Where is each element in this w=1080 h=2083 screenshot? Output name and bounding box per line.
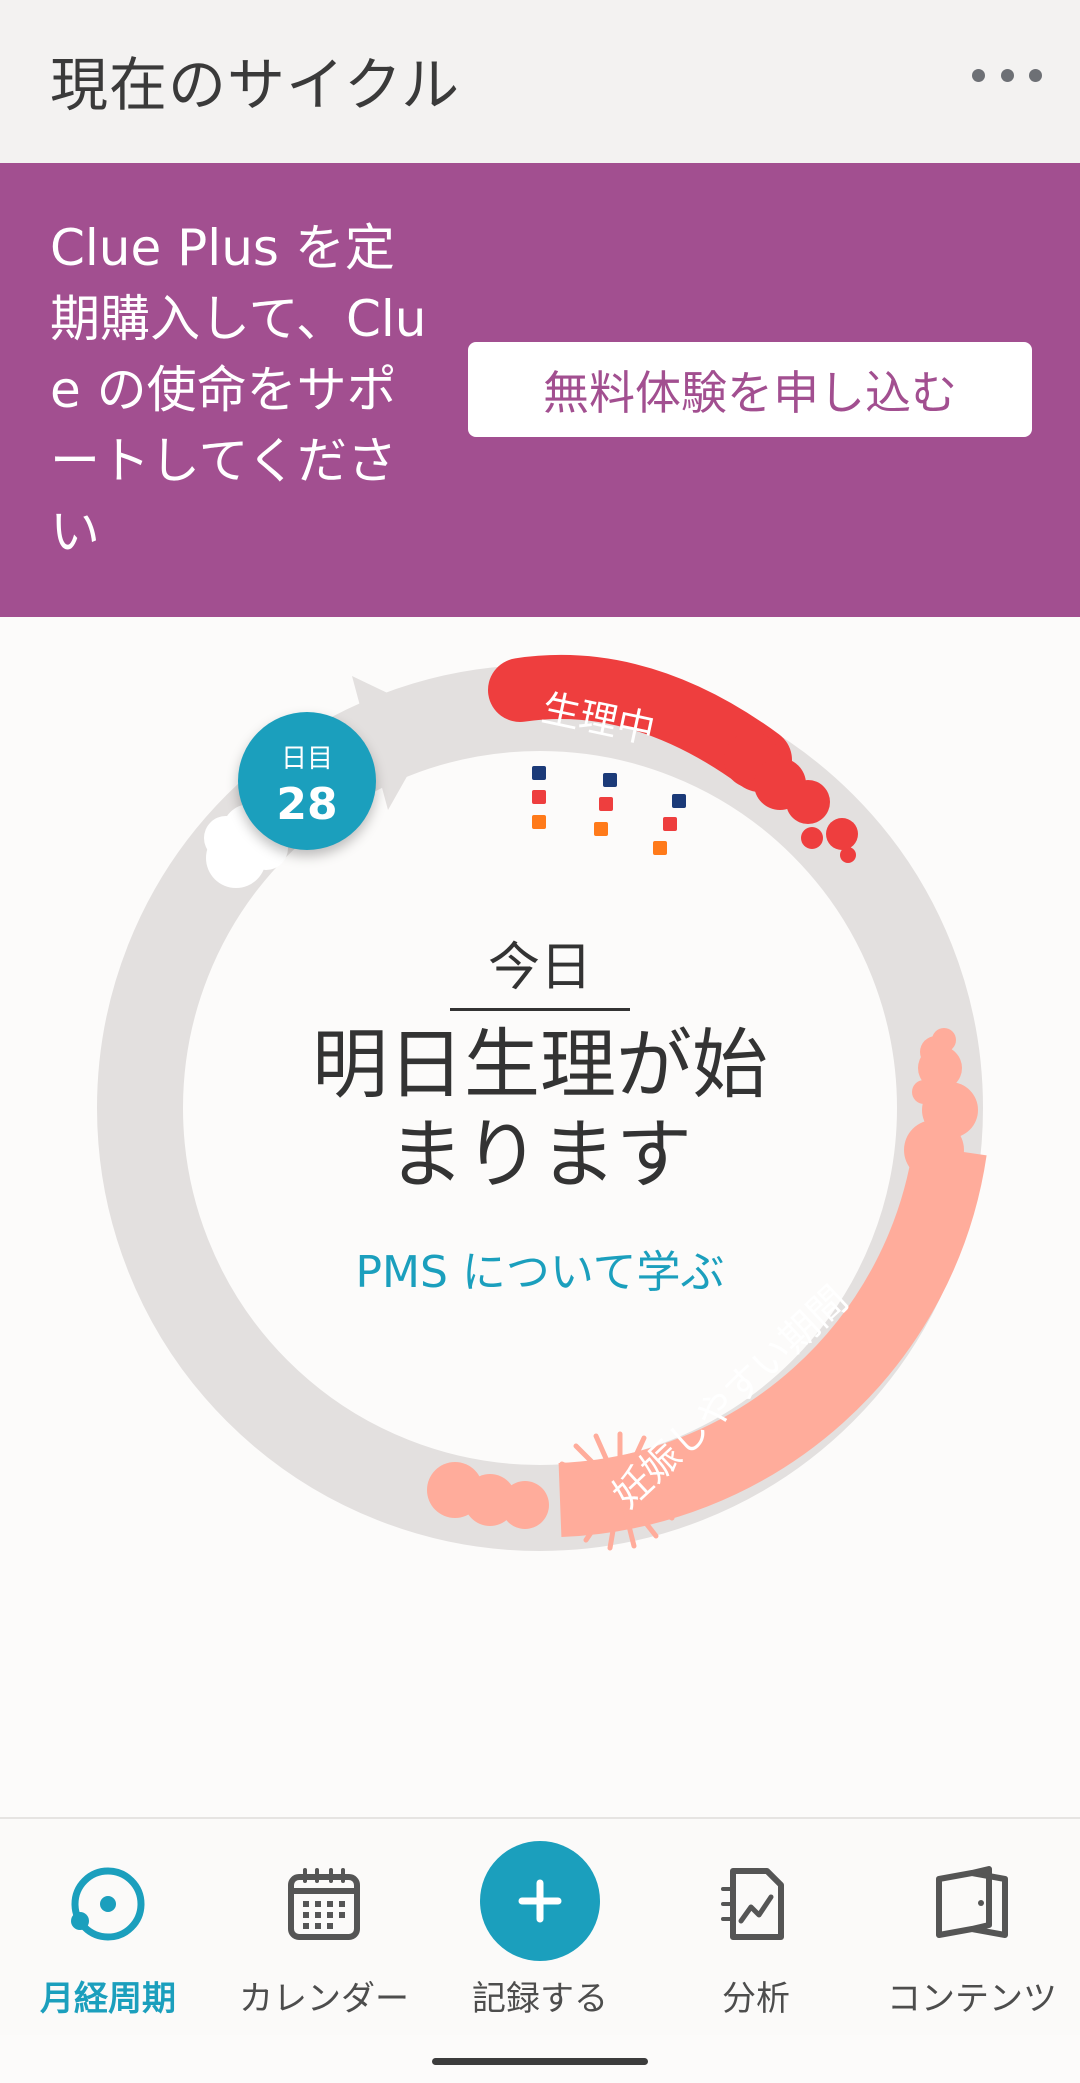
symptom-dot xyxy=(672,794,686,808)
nav-label: 分析 xyxy=(722,1979,790,2019)
period-blob xyxy=(826,818,858,850)
plus-icon xyxy=(518,1879,562,1923)
nav-item-analysis[interactable]: 分析 xyxy=(648,1819,864,2037)
symptom-dot xyxy=(603,773,617,787)
analysis-icon xyxy=(721,1868,784,1940)
fertile-blob xyxy=(912,1167,968,1223)
cycle-ring-graphic: 生理中 妊娠しやすい期間 xyxy=(97,654,987,1551)
nav-label: コンテンツ xyxy=(887,1979,1057,2019)
period-blob xyxy=(786,780,830,824)
cycle-day-badge[interactable]: 日目 28 xyxy=(238,712,376,850)
cycle-prediction-message: 明日生理が始まります xyxy=(312,1020,768,1199)
nav-item-log[interactable]: 記録する xyxy=(432,1819,648,2037)
cycle-icon xyxy=(71,1867,145,1941)
calendar-icon xyxy=(288,1868,360,1940)
today-label: 今日 xyxy=(487,938,592,998)
more-horizontal-icon-dot xyxy=(1000,68,1014,82)
symptom-dot xyxy=(532,815,546,829)
clue-plus-banner: Clue Plus を定期購入して、Clue の使命をサポートしてください 無料… xyxy=(0,163,1080,617)
promo-text: Clue Plus を定期購入して、Clue の使命をサポートしてください xyxy=(50,219,427,561)
period-blob xyxy=(801,827,823,849)
symptom-dot xyxy=(532,766,546,780)
symptom-dot xyxy=(532,790,546,804)
nav-label: 記録する xyxy=(472,1979,608,2019)
more-options-button[interactable] xyxy=(972,60,1042,90)
cycle-wheel[interactable]: 生理中 妊娠しやすい期間 xyxy=(0,617,1080,1817)
add-log-button[interactable] xyxy=(480,1841,600,1961)
fertile-blob xyxy=(501,1481,549,1529)
symptom-dot xyxy=(599,797,613,811)
fertile-blob xyxy=(912,1080,936,1104)
book-icon xyxy=(936,1866,1008,1938)
symptom-dot xyxy=(653,841,667,855)
more-horizontal-icon xyxy=(972,68,985,82)
symptom-dot xyxy=(594,822,608,836)
pms-learn-more-link[interactable]: PMS について学ぶ xyxy=(290,1236,790,1300)
nav-item-content[interactable]: コンテンツ xyxy=(864,1819,1080,2037)
cycle-day-number: 28 xyxy=(276,779,338,830)
bottom-navigation: 月経周期 カレンダー 記録する 分析 コンテンツ xyxy=(0,1817,1080,2035)
cycle-day-label: 日目 xyxy=(280,744,333,774)
fertile-blob xyxy=(920,1036,952,1068)
nav-label: カレンダー xyxy=(239,1979,409,2019)
nav-item-cycle[interactable]: 月経周期 xyxy=(0,1819,216,2037)
more-horizontal-icon-dot xyxy=(1029,68,1042,82)
today-divider xyxy=(450,1008,630,1011)
page-title: 現在のサイクル xyxy=(50,51,461,119)
symptom-dot xyxy=(663,817,677,831)
period-blob xyxy=(840,847,856,863)
nav-label: 月経周期 xyxy=(40,1979,176,2019)
nav-item-calendar[interactable]: カレンダー xyxy=(216,1819,432,2037)
home-indicator[interactable] xyxy=(432,2058,648,2065)
free-trial-button[interactable]: 無料体験を申し込む xyxy=(468,342,1032,437)
app-bar: 現在のサイクル xyxy=(0,0,1080,163)
